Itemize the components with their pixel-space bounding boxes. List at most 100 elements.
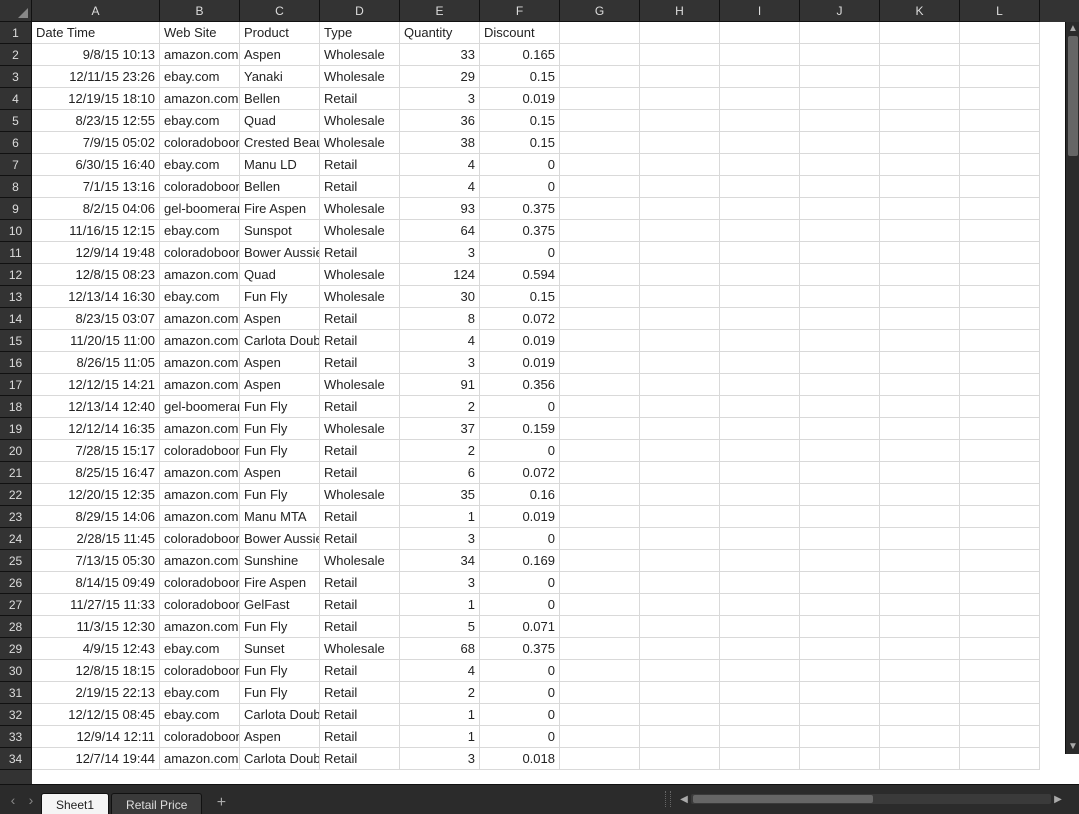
cell[interactable] — [720, 44, 800, 66]
cell[interactable] — [960, 726, 1040, 748]
cell[interactable] — [800, 682, 880, 704]
row-header-1[interactable]: 1 — [0, 22, 32, 44]
cell[interactable]: 0.019 — [480, 88, 560, 110]
row-header-29[interactable]: 29 — [0, 638, 32, 660]
cell[interactable] — [720, 484, 800, 506]
cell[interactable] — [960, 44, 1040, 66]
cell[interactable] — [880, 88, 960, 110]
cell[interactable]: amazon.com — [160, 352, 240, 374]
cell[interactable] — [640, 352, 720, 374]
cell[interactable]: Bellen — [240, 88, 320, 110]
cell[interactable]: Quantity — [400, 22, 480, 44]
cell[interactable] — [880, 374, 960, 396]
cell[interactable] — [720, 748, 800, 770]
row-header-3[interactable]: 3 — [0, 66, 32, 88]
row-header-19[interactable]: 19 — [0, 418, 32, 440]
cell[interactable] — [960, 660, 1040, 682]
cell[interactable]: 4/9/15 12:43 — [32, 638, 160, 660]
cell[interactable]: 12/9/14 12:11 — [32, 726, 160, 748]
row-header-34[interactable]: 34 — [0, 748, 32, 770]
cell[interactable]: 34 — [400, 550, 480, 572]
cell[interactable]: gel-boomerangs.com — [160, 198, 240, 220]
cell[interactable] — [880, 198, 960, 220]
cell[interactable] — [640, 286, 720, 308]
cell[interactable] — [960, 594, 1040, 616]
cell[interactable] — [640, 462, 720, 484]
column-header-H[interactable]: H — [640, 0, 720, 22]
cell[interactable]: Quad — [240, 264, 320, 286]
cell[interactable] — [960, 506, 1040, 528]
cell[interactable]: Wholesale — [320, 484, 400, 506]
cell[interactable]: coloradoboomerangs.com — [160, 176, 240, 198]
cell[interactable]: amazon.com — [160, 748, 240, 770]
row-header-12[interactable]: 12 — [0, 264, 32, 286]
cell[interactable] — [800, 704, 880, 726]
cell[interactable] — [880, 66, 960, 88]
cell[interactable]: Fun Fly — [240, 682, 320, 704]
cell[interactable] — [640, 110, 720, 132]
cell[interactable]: 8 — [400, 308, 480, 330]
cell[interactable] — [560, 264, 640, 286]
cell[interactable] — [800, 220, 880, 242]
cell[interactable] — [720, 550, 800, 572]
cell[interactable]: amazon.com — [160, 616, 240, 638]
cell[interactable] — [880, 132, 960, 154]
cell[interactable]: coloradoboomerangs.com — [160, 132, 240, 154]
hscroll-resize-grip-icon[interactable] — [665, 791, 671, 807]
cell[interactable]: 0 — [480, 396, 560, 418]
cell[interactable] — [880, 264, 960, 286]
row-header-27[interactable]: 27 — [0, 594, 32, 616]
cell[interactable] — [800, 440, 880, 462]
cell[interactable] — [640, 154, 720, 176]
cell[interactable]: amazon.com — [160, 418, 240, 440]
cell[interactable]: 8/23/15 03:07 — [32, 308, 160, 330]
cell[interactable]: Fun Fly — [240, 484, 320, 506]
cell[interactable] — [560, 440, 640, 462]
cell[interactable]: 4 — [400, 176, 480, 198]
cell[interactable]: 2/28/15 11:45 — [32, 528, 160, 550]
cell[interactable]: 6/30/15 16:40 — [32, 154, 160, 176]
cell[interactable] — [800, 374, 880, 396]
cell[interactable]: Aspen — [240, 462, 320, 484]
cell[interactable] — [880, 154, 960, 176]
cell[interactable]: 4 — [400, 660, 480, 682]
vertical-scrollbar[interactable]: ▲ ▼ — [1065, 22, 1079, 754]
cell[interactable] — [640, 330, 720, 352]
cell[interactable]: Fire Aspen — [240, 572, 320, 594]
cell[interactable] — [720, 198, 800, 220]
cell[interactable]: 0.072 — [480, 308, 560, 330]
cell[interactable] — [720, 308, 800, 330]
cell[interactable] — [800, 132, 880, 154]
cell[interactable]: 0.019 — [480, 330, 560, 352]
cell[interactable]: 0 — [480, 704, 560, 726]
cell[interactable] — [880, 682, 960, 704]
cell[interactable]: 11/27/15 11:33 — [32, 594, 160, 616]
cell[interactable] — [720, 242, 800, 264]
cell[interactable] — [560, 308, 640, 330]
cell[interactable]: Wholesale — [320, 132, 400, 154]
row-header-15[interactable]: 15 — [0, 330, 32, 352]
cell[interactable] — [960, 682, 1040, 704]
column-header-G[interactable]: G — [560, 0, 640, 22]
cell[interactable]: 0 — [480, 726, 560, 748]
cell[interactable]: Retail — [320, 352, 400, 374]
cell[interactable]: GelFast — [240, 594, 320, 616]
cell[interactable] — [800, 550, 880, 572]
cell[interactable] — [960, 704, 1040, 726]
cell[interactable]: Aspen — [240, 308, 320, 330]
cell[interactable]: 12/13/14 16:30 — [32, 286, 160, 308]
cell[interactable] — [880, 418, 960, 440]
cell[interactable]: Retail — [320, 616, 400, 638]
cell[interactable]: Aspen — [240, 44, 320, 66]
cell[interactable] — [640, 308, 720, 330]
cell[interactable]: 0.356 — [480, 374, 560, 396]
cell[interactable] — [720, 374, 800, 396]
cell[interactable] — [800, 22, 880, 44]
cell[interactable]: amazon.com — [160, 462, 240, 484]
cell[interactable]: 0 — [480, 594, 560, 616]
cell[interactable] — [800, 396, 880, 418]
cell[interactable] — [720, 110, 800, 132]
column-header-C[interactable]: C — [240, 0, 320, 22]
cell[interactable] — [640, 418, 720, 440]
cell[interactable] — [560, 572, 640, 594]
